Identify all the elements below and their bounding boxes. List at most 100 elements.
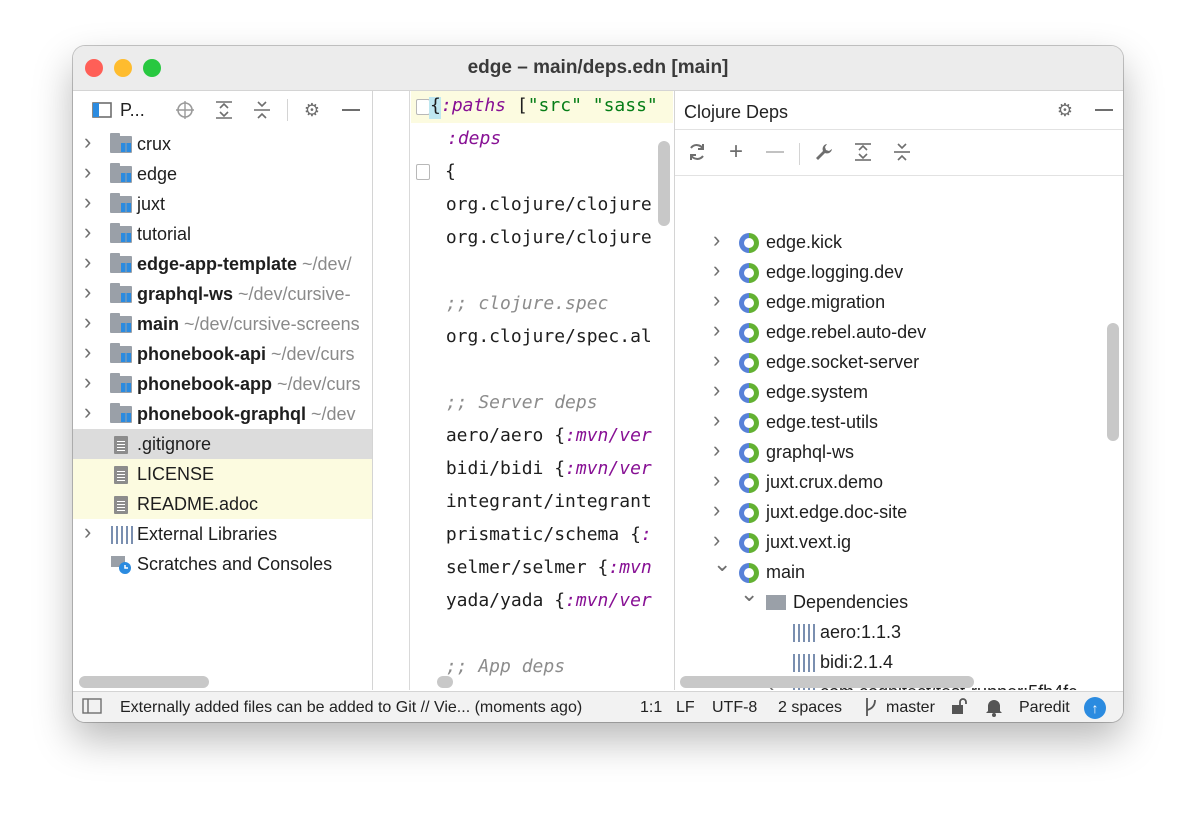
project-tree-row[interactable]: › crux bbox=[73, 129, 372, 159]
project-tree-row[interactable]: › tutorial bbox=[73, 219, 372, 249]
project-tree-row[interactable]: › phonebook-graphql ~/dev bbox=[73, 399, 372, 429]
project-tree-row[interactable]: › juxt bbox=[73, 189, 372, 219]
scratches-clock-icon bbox=[110, 555, 132, 575]
chevron-down-icon[interactable]: ⌄ bbox=[713, 551, 731, 577]
deps-module-row[interactable]: › juxt.crux.demo bbox=[675, 467, 1105, 497]
deps-module-row[interactable]: › edge.kick bbox=[675, 227, 1105, 257]
chevron-right-icon[interactable]: › bbox=[713, 467, 720, 493]
code-line: integrant/integrant bbox=[435, 491, 652, 512]
chevron-right-icon[interactable]: › bbox=[84, 309, 91, 335]
project-panel-title[interactable]: P... bbox=[120, 100, 145, 121]
deps-module-row[interactable]: › juxt.edge.doc-site bbox=[675, 497, 1105, 527]
chevron-right-icon[interactable]: › bbox=[84, 369, 91, 395]
chevron-right-icon[interactable]: › bbox=[84, 219, 91, 245]
fold-marker-icon[interactable] bbox=[416, 99, 430, 115]
chevron-right-icon[interactable]: › bbox=[84, 279, 91, 305]
chevron-right-icon[interactable]: › bbox=[713, 407, 720, 433]
dependencies-row[interactable]: ⌄ Dependencies bbox=[675, 581, 1105, 617]
refresh-icon[interactable] bbox=[687, 142, 707, 162]
notifications-bell-icon[interactable] bbox=[985, 697, 1003, 722]
deps-module-row[interactable]: › juxt.vext.ig bbox=[675, 527, 1105, 557]
chevron-right-icon[interactable]: › bbox=[84, 399, 91, 425]
lock-icon[interactable] bbox=[950, 697, 968, 720]
file-encoding[interactable]: UTF-8 bbox=[712, 699, 757, 717]
chevron-right-icon[interactable]: › bbox=[84, 129, 91, 155]
gear-icon[interactable]: ⚙ bbox=[302, 100, 322, 120]
chevron-right-icon[interactable]: › bbox=[84, 519, 91, 545]
chevron-down-icon[interactable]: ⌄ bbox=[740, 581, 758, 607]
indent-setting[interactable]: 2 spaces bbox=[778, 699, 842, 717]
toggle-tool-windows-icon[interactable] bbox=[82, 698, 102, 719]
project-tree-row[interactable]: › edge-app-template ~/dev/ bbox=[73, 249, 372, 279]
chevron-right-icon[interactable]: › bbox=[84, 159, 91, 185]
deps-horizontal-scrollbar[interactable] bbox=[680, 676, 974, 688]
fold-marker-icon[interactable] bbox=[416, 164, 430, 180]
project-tree-row[interactable]: › main ~/dev/cursive-screens bbox=[73, 309, 372, 339]
chevron-right-icon[interactable]: › bbox=[713, 347, 720, 373]
locate-file-icon[interactable] bbox=[175, 100, 195, 120]
expand-all-icon[interactable] bbox=[853, 142, 873, 162]
chevron-right-icon[interactable]: › bbox=[84, 189, 91, 215]
project-tree-row[interactable]: › edge bbox=[73, 159, 372, 189]
collapse-all-icon[interactable] bbox=[252, 100, 272, 120]
editor-horizontal-scrollbar[interactable] bbox=[437, 676, 453, 688]
project-tree-row[interactable]: › phonebook-app ~/dev/curs bbox=[73, 369, 372, 399]
deps-vertical-scrollbar[interactable] bbox=[1107, 323, 1119, 441]
project-file-row[interactable]: LICENSE bbox=[73, 459, 372, 489]
deps-module-row[interactable]: › edge.logging.dev bbox=[675, 257, 1105, 287]
project-file-row[interactable]: README.adoc bbox=[73, 489, 372, 519]
module-label: juxt.edge.doc-site bbox=[766, 502, 908, 522]
external-libraries-label: External Libraries bbox=[137, 524, 278, 544]
project-file-row[interactable]: .gitignore bbox=[73, 429, 372, 459]
remove-icon bbox=[765, 142, 785, 162]
project-horizontal-scrollbar[interactable] bbox=[79, 676, 209, 688]
module-folder-icon bbox=[110, 163, 132, 183]
library-row[interactable]: aero:1.1.3 bbox=[675, 617, 1105, 647]
editor-vertical-scrollbar[interactable] bbox=[658, 141, 670, 226]
scratches-row[interactable]: Scratches and Consoles bbox=[73, 549, 372, 579]
chevron-right-icon[interactable]: › bbox=[84, 249, 91, 275]
hide-panel-icon[interactable] bbox=[341, 100, 361, 120]
status-message[interactable]: Externally added files can be added to G… bbox=[120, 699, 582, 717]
external-libraries-row[interactable]: › External Libraries bbox=[73, 519, 372, 549]
chevron-right-icon[interactable]: › bbox=[713, 497, 720, 523]
gear-icon[interactable]: ⚙ bbox=[1055, 100, 1075, 120]
module-folder-icon bbox=[110, 223, 132, 243]
git-branch[interactable]: master bbox=[886, 699, 935, 717]
update-arrow-icon[interactable]: ↑ bbox=[1084, 697, 1106, 719]
caret-position[interactable]: 1:1 bbox=[640, 699, 662, 717]
hide-panel-icon[interactable] bbox=[1094, 100, 1114, 120]
chevron-right-icon[interactable]: › bbox=[713, 287, 720, 313]
file-label: LICENSE bbox=[137, 464, 215, 484]
deps-module-row[interactable]: › edge.migration bbox=[675, 287, 1105, 317]
code-line: yada/yada {:mvn/ver bbox=[435, 590, 652, 611]
project-view-icon[interactable] bbox=[92, 100, 112, 120]
chevron-right-icon[interactable]: › bbox=[713, 317, 720, 343]
module-label: main bbox=[766, 562, 806, 582]
expand-all-icon[interactable] bbox=[214, 100, 234, 120]
add-icon[interactable]: + bbox=[726, 138, 746, 165]
deps-module-row[interactable]: › edge.test-utils bbox=[675, 407, 1105, 437]
deps-module-row[interactable]: › graphql-ws bbox=[675, 437, 1105, 467]
chevron-right-icon[interactable]: › bbox=[713, 527, 720, 553]
code-editor[interactable]: :paths ["src" "sass"{:deps { org.clojure/… bbox=[373, 91, 673, 690]
deps-module-row[interactable]: › edge.socket-server bbox=[675, 347, 1105, 377]
chevron-right-icon[interactable]: › bbox=[713, 257, 720, 283]
wrench-icon[interactable] bbox=[814, 142, 834, 162]
editing-mode[interactable]: Paredit bbox=[1019, 699, 1070, 717]
library-row[interactable]: bidi:2.1.4 bbox=[675, 647, 1105, 677]
chevron-right-icon[interactable]: › bbox=[713, 377, 720, 403]
project-tree-row[interactable]: › phonebook-api ~/dev/curs bbox=[73, 339, 372, 369]
project-tree-row[interactable]: › graphql-ws ~/dev/cursive- bbox=[73, 279, 372, 309]
clojure-module-icon bbox=[739, 293, 759, 313]
deps-module-row[interactable]: › edge.system bbox=[675, 377, 1105, 407]
chevron-right-icon[interactable]: › bbox=[713, 227, 720, 253]
line-separator[interactable]: LF bbox=[676, 699, 695, 717]
chevron-right-icon[interactable]: › bbox=[84, 339, 91, 365]
collapse-all-icon[interactable] bbox=[892, 142, 912, 162]
code-line: org.clojure/clojure bbox=[435, 227, 652, 248]
chevron-right-icon[interactable]: › bbox=[713, 437, 720, 463]
deps-module-row[interactable]: › edge.rebel.auto-dev bbox=[675, 317, 1105, 347]
deps-panel-title: Clojure Deps bbox=[684, 102, 789, 122]
library-label: bidi:2.1.4 bbox=[820, 652, 894, 672]
